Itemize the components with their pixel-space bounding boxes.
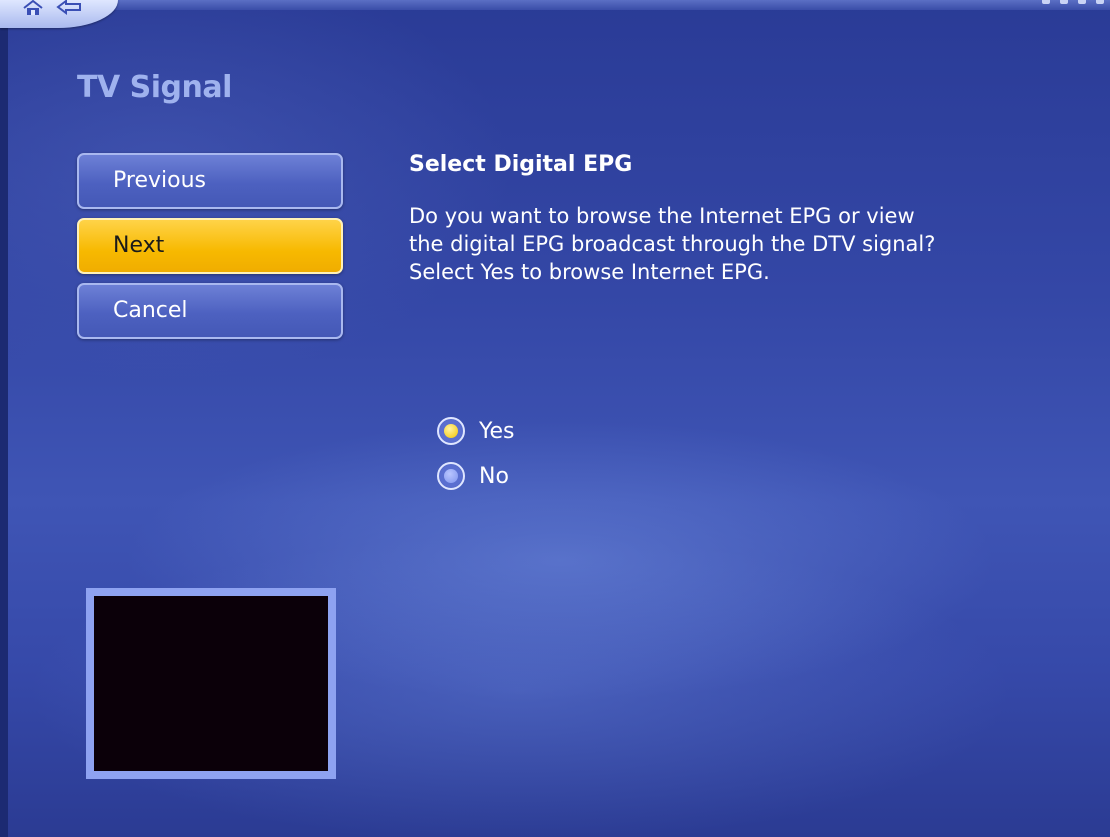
option-no[interactable]: No bbox=[437, 461, 509, 491]
video-preview bbox=[86, 588, 336, 779]
description-line: the digital EPG broadcast through the DT… bbox=[409, 232, 936, 256]
media-center-window: TV Signal Previous Next Cancel Select Di… bbox=[0, 0, 1110, 837]
description-line: Select Yes to browse Internet EPG. bbox=[409, 260, 770, 284]
option-yes-label: Yes bbox=[479, 418, 515, 444]
window-controls[interactable] bbox=[1042, 0, 1104, 4]
window-control-icon[interactable] bbox=[1060, 0, 1068, 4]
window-edge bbox=[0, 0, 8, 837]
description-line: Do you want to browse the Internet EPG o… bbox=[409, 204, 915, 228]
option-no-label: No bbox=[479, 463, 509, 489]
navigation-tab bbox=[0, 0, 118, 28]
window-control-icon[interactable] bbox=[1042, 0, 1050, 4]
back-arrow-icon[interactable] bbox=[56, 0, 82, 16]
next-button[interactable]: Next bbox=[77, 218, 343, 274]
option-yes[interactable]: Yes bbox=[437, 416, 515, 446]
cancel-button[interactable]: Cancel bbox=[77, 283, 343, 339]
radio-no[interactable] bbox=[437, 462, 465, 490]
previous-button[interactable]: Previous bbox=[77, 153, 343, 209]
window-control-icon[interactable] bbox=[1078, 0, 1086, 4]
radio-yes[interactable] bbox=[437, 417, 465, 445]
page-title: TV Signal bbox=[77, 70, 232, 105]
section-heading: Select Digital EPG bbox=[409, 152, 633, 177]
top-strip bbox=[0, 0, 1110, 10]
home-icon[interactable] bbox=[22, 0, 44, 16]
window-control-icon[interactable] bbox=[1096, 0, 1104, 4]
description: Do you want to browse the Internet EPG o… bbox=[409, 202, 1089, 286]
